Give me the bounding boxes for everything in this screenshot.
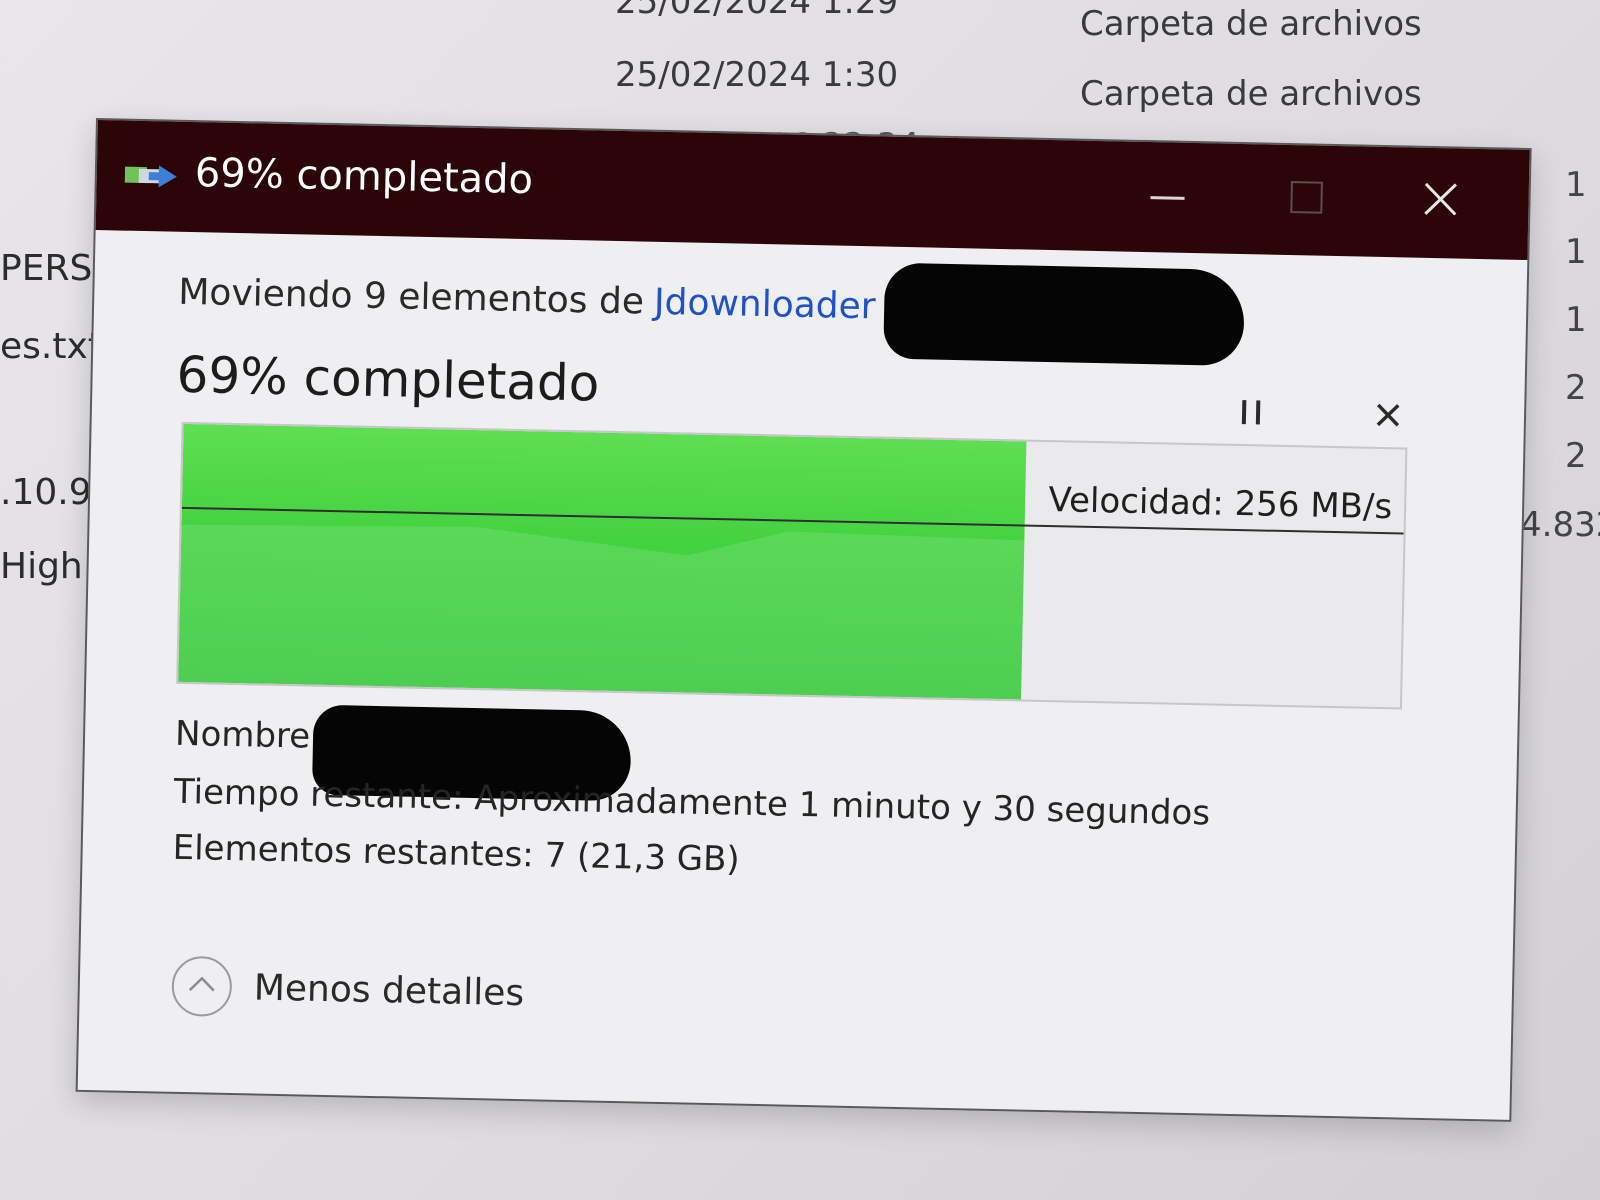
bg-left-fragment-3: .10.9	[0, 472, 92, 513]
speed-history-area	[178, 524, 1025, 700]
cancel-button[interactable]	[1359, 387, 1416, 444]
redaction-mark	[883, 262, 1246, 367]
progress-percent-label: 69% completado	[176, 345, 600, 413]
bg-date-1: 25/02/2024 1:29	[615, 0, 899, 22]
pause-button[interactable]	[1224, 384, 1281, 441]
title-bar[interactable]: 69% completado	[95, 120, 1530, 261]
maximize-icon[interactable]	[1264, 164, 1345, 236]
pause-icon	[1241, 400, 1261, 425]
close-icon[interactable]	[1401, 167, 1482, 239]
source-folder-link[interactable]: Jdownloader	[654, 282, 876, 328]
bg-type-1: Carpeta de archivos	[1080, 4, 1422, 44]
less-details-toggle[interactable]: Menos detalles	[171, 955, 525, 1023]
file-name-row: Nombre:	[174, 713, 323, 757]
bg-right-fragment-5: 2 K	[1565, 436, 1600, 476]
time-remaining-row: Tiempo restante: Aproximadamente 1 minut…	[173, 771, 1211, 834]
chevron-up-icon	[171, 955, 233, 1018]
bg-right-fragment-4: 2 K	[1565, 368, 1600, 408]
bg-right-fragment-2: 1	[1565, 232, 1587, 272]
items-remaining-row: Elementos restantes: 7 (21,3 GB)	[172, 827, 741, 880]
bg-right-fragment-1: 1	[1565, 165, 1587, 205]
window-title: 69% completado	[194, 150, 534, 204]
file-transfer-icon	[124, 159, 179, 194]
bg-type-2: Carpeta de archivos	[1080, 74, 1422, 114]
file-move-dialog: 69% completado Moviendo 9 elementos de Jd…	[75, 118, 1532, 1122]
less-details-label: Menos detalles	[253, 967, 525, 1014]
operation-description: Moviendo 9 elementos de Jdownloader	[178, 272, 876, 328]
bg-date-2: 25/02/2024 1:30	[615, 55, 899, 95]
minimize-icon[interactable]	[1126, 162, 1207, 234]
speed-label: Velocidad: 256 MB/s	[1048, 480, 1393, 528]
bg-left-fragment-2: es.txt	[0, 326, 102, 367]
bg-right-fragment-3: 1	[1565, 300, 1587, 340]
operation-prefix: Moviendo 9 elementos de	[177, 271, 645, 323]
bg-right-fragment-6: 4.832	[1520, 505, 1600, 545]
bg-left-fragment-4: High	[0, 546, 83, 587]
transfer-speed-graph: Velocidad: 256 MB/s	[176, 421, 1408, 710]
bg-left-fragment-1: PERS	[0, 248, 93, 289]
cancel-icon	[1376, 403, 1400, 427]
